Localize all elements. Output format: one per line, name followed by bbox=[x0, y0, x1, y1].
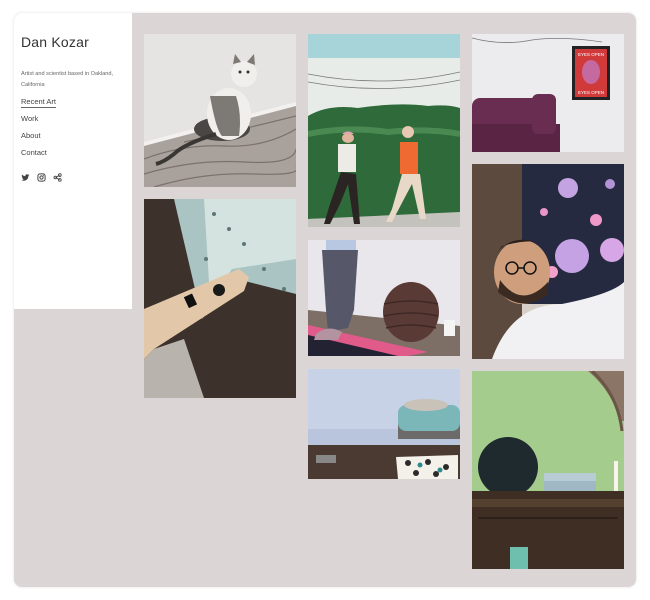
page-frame: Dan Kozar Artist and scientist based in … bbox=[14, 13, 636, 587]
gallery-image-hand[interactable] bbox=[144, 199, 296, 398]
nav-item-work[interactable]: Work bbox=[21, 113, 56, 130]
social-links bbox=[21, 173, 62, 182]
gallery-image-cat[interactable] bbox=[144, 34, 296, 187]
gallery-image-couch-rug[interactable] bbox=[308, 369, 460, 479]
site-title[interactable]: Dan Kozar bbox=[21, 34, 89, 50]
poster-top-text: EYES OPEN bbox=[578, 52, 604, 57]
twitter-icon[interactable] bbox=[21, 173, 30, 182]
poster-bottom-text: EYES OPEN bbox=[578, 90, 604, 95]
nav-item-contact[interactable]: Contact bbox=[21, 147, 56, 164]
share-icon[interactable] bbox=[53, 173, 62, 182]
nav-item-label: Recent Art bbox=[21, 97, 57, 108]
nav-item-recent-art[interactable]: Recent Art bbox=[21, 96, 57, 113]
sidebar: Dan Kozar Artist and scientist based in … bbox=[14, 13, 132, 309]
gallery-image-joggers[interactable] bbox=[308, 34, 460, 227]
gallery-image-ottoman[interactable] bbox=[308, 240, 460, 356]
instagram-icon[interactable] bbox=[37, 173, 46, 182]
gallery-image-man-glasses[interactable] bbox=[472, 164, 624, 359]
gallery-image-purple-couch[interactable]: EYES OPEN EYES OPEN bbox=[472, 34, 624, 152]
main-nav: Recent Art Work About Contact bbox=[21, 96, 57, 164]
nav-item-label: Work bbox=[21, 114, 39, 123]
nav-item-label: Contact bbox=[21, 148, 47, 157]
nav-item-about[interactable]: About bbox=[21, 130, 56, 147]
site-tagline: Artist and scientist based in Oakland, C… bbox=[21, 71, 114, 88]
gallery-image-dresser[interactable] bbox=[472, 371, 624, 569]
nav-item-label: About bbox=[21, 131, 41, 140]
